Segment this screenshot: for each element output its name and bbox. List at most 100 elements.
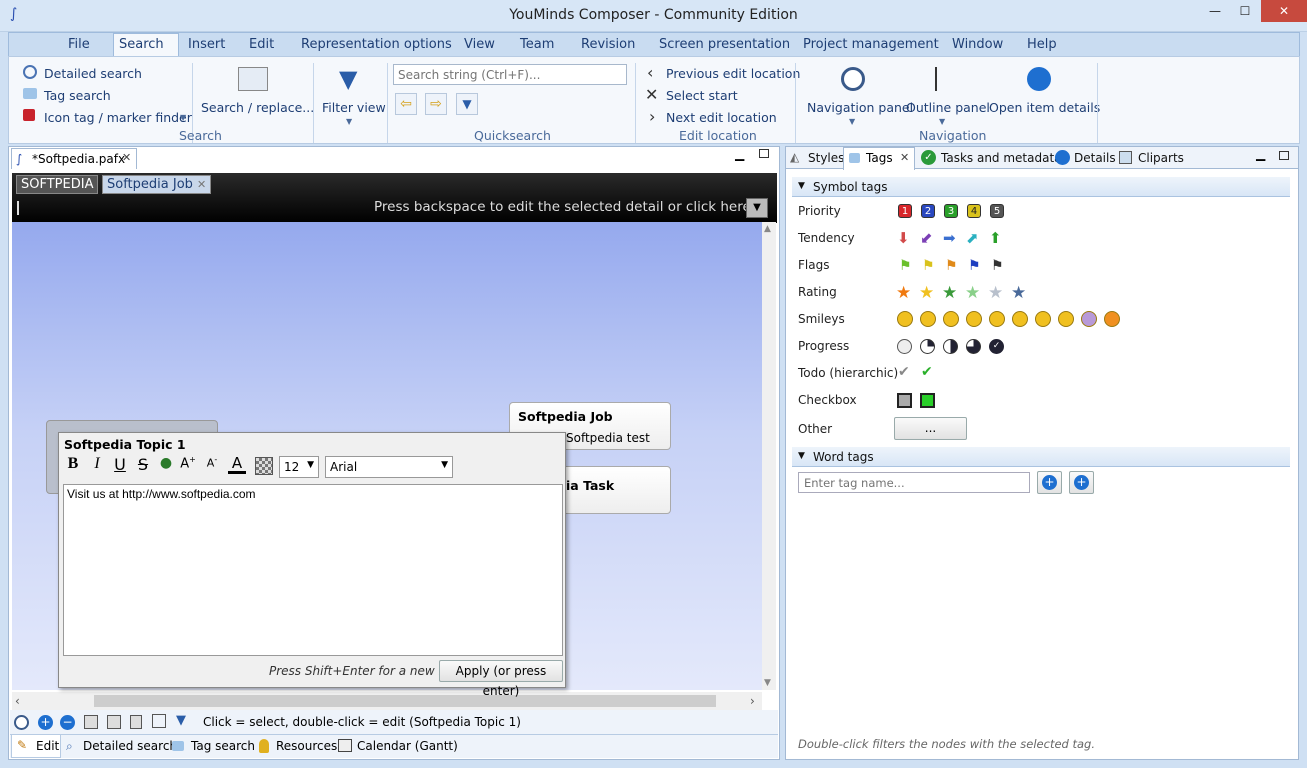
zoom-in-icon[interactable]: + [38,715,53,730]
increase-font-button[interactable]: A+ [179,455,197,471]
progress-50-icon[interactable] [943,339,958,354]
font-family-select[interactable]: Arial ▼ [325,456,453,478]
smiley-7-icon[interactable] [1035,311,1051,327]
progress-0-icon[interactable] [897,339,912,354]
priority-2-badge[interactable]: 2 [921,204,935,218]
scroll-down-icon[interactable]: ▼ [764,678,771,688]
bold-button[interactable]: B [64,455,82,473]
editor-tab[interactable]: ∫ *Softpedia.pafx ✕ [11,148,137,169]
add-tag-more-button[interactable]: + [1069,471,1094,494]
priority-3-badge[interactable]: 3 [944,204,958,218]
flag-green-icon[interactable]: ⚑ [899,258,912,274]
underline-button[interactable]: U [111,455,129,474]
tab-tag-search[interactable]: Tag search [191,739,255,753]
checkbox-gray-icon[interactable] [897,393,912,408]
map-horizontal-scrollbar[interactable]: ‹ › [12,692,762,710]
view-mode-3-icon[interactable] [130,715,142,729]
icon-tag-finder-button[interactable]: Icon tag / marker finder [44,110,192,125]
search-replace-button[interactable]: Search / replace... [201,100,314,115]
view-mode-2-icon[interactable] [107,715,121,729]
flag-yellow-icon[interactable]: ⚑ [922,258,935,274]
tab-resources[interactable]: Resources [276,739,337,753]
editor-text-area[interactable]: Visit us at http://www.softpedia.com [63,484,563,656]
previous-result-button[interactable]: ⇦ [395,93,417,115]
smiley-9-icon[interactable] [1081,311,1097,327]
decrease-font-button[interactable]: A- [203,455,221,470]
next-edit-location-button[interactable]: Next edit location [666,110,777,125]
detailed-search-button[interactable]: Detailed search [44,66,142,81]
view-mode-1-icon[interactable] [84,715,98,729]
smiley-5-icon[interactable] [989,311,1005,327]
symbol-tags-header[interactable]: ▼ Symbol tags [792,177,1290,197]
scroll-up-icon[interactable]: ▲ [764,224,771,234]
menu-project-management[interactable]: Project management [803,37,939,52]
maximize-view-icon[interactable] [759,149,769,158]
smiley-1-icon[interactable] [897,311,913,327]
maximize-view-icon[interactable] [1279,151,1289,160]
tab-details[interactable]: Details [1074,151,1116,165]
next-result-button[interactable]: ⇨ [425,93,447,115]
outline-panel-button[interactable]: Outline panel [906,100,990,115]
tab-detailed-search[interactable]: Detailed search [83,739,177,753]
filter-view-button[interactable]: Filter view [322,100,386,115]
navigation-panel-button[interactable]: Navigation panel [807,100,913,115]
background-color-button[interactable] [255,457,273,475]
previous-edit-location-button[interactable]: Previous edit location [666,66,800,81]
close-icon[interactable]: ✕ [900,151,909,164]
scroll-left-icon[interactable]: ‹ [15,694,20,708]
smiley-6-icon[interactable] [1012,311,1028,327]
tab-tasks-metadata[interactable]: Tasks and metadata [941,151,1062,165]
maximize-button[interactable]: ☐ [1230,0,1260,22]
star-lightgreen-icon[interactable]: ★ [965,283,980,303]
tendency-up-icon[interactable]: ⬆ [989,229,1002,247]
checkbox-green-icon[interactable] [920,393,935,408]
menu-team[interactable]: Team [520,37,554,52]
menu-representation-options[interactable]: Representation options [301,37,452,52]
smiley-4-icon[interactable] [966,311,982,327]
progress-75-icon[interactable] [966,339,981,354]
quick-filter-button[interactable]: ▼ [456,93,478,115]
star-blue-icon[interactable]: ★ [1011,283,1026,303]
tag-search-button[interactable]: Tag search [44,88,111,103]
star-orange-icon[interactable]: ★ [896,283,911,303]
menu-window[interactable]: Window [952,37,1003,52]
smiley-2-icon[interactable] [920,311,936,327]
scroll-thumb[interactable] [94,695,716,707]
outline-toggle-icon[interactable] [152,714,166,728]
star-silver-icon[interactable]: ★ [988,283,1003,303]
select-start-button[interactable]: Select start [666,88,738,103]
strikethrough-button[interactable]: S [134,455,152,474]
smiley-10-icon[interactable] [1104,311,1120,327]
priority-5-badge[interactable]: 5 [990,204,1004,218]
tendency-down-left-icon[interactable]: ⬋ [920,229,933,247]
todo-green-check-icon[interactable]: ✔ [921,364,933,380]
menu-view[interactable]: View [464,37,495,52]
tab-edit[interactable]: ✎ Edit [11,735,61,758]
zoom-out-icon[interactable]: − [60,715,75,730]
italic-button[interactable]: I [88,455,106,473]
detail-dropdown-button[interactable]: ▼ [746,198,768,218]
other-tags-button[interactable]: ... [894,417,967,440]
minimize-view-icon[interactable]: ▁ [1256,147,1265,161]
font-color-button[interactable]: A [228,455,246,474]
progress-100-icon[interactable]: ✓ [989,339,1004,354]
tab-tags-active[interactable]: Tags ✕ [843,147,915,170]
open-item-details-button[interactable]: Open item details [989,100,1100,115]
flag-orange-icon[interactable]: ⚑ [945,258,958,274]
font-size-select[interactable]: 12 ▼ [279,456,319,478]
tag-name-input[interactable] [798,472,1030,493]
compass-icon[interactable] [14,715,29,730]
smiley-3-icon[interactable] [943,311,959,327]
menu-edit[interactable]: Edit [249,37,274,52]
word-tags-header[interactable]: ▼ Word tags [792,447,1290,467]
tendency-right-icon[interactable]: ➡ [943,229,956,247]
quicksearch-input[interactable] [393,64,627,85]
close-tab-icon[interactable]: ✕ [122,151,131,164]
star-green-icon[interactable]: ★ [942,283,957,303]
map-vertical-scrollbar[interactable]: ▲ ▼ [762,222,776,690]
breadcrumb-item-current[interactable]: Softpedia Job ✕ [102,175,212,194]
tab-cliparts[interactable]: Cliparts [1138,151,1184,165]
tendency-up-right-icon[interactable]: ⬈ [966,229,979,247]
flag-black-icon[interactable]: ⚑ [991,258,1004,274]
menu-revision[interactable]: Revision [581,37,635,52]
